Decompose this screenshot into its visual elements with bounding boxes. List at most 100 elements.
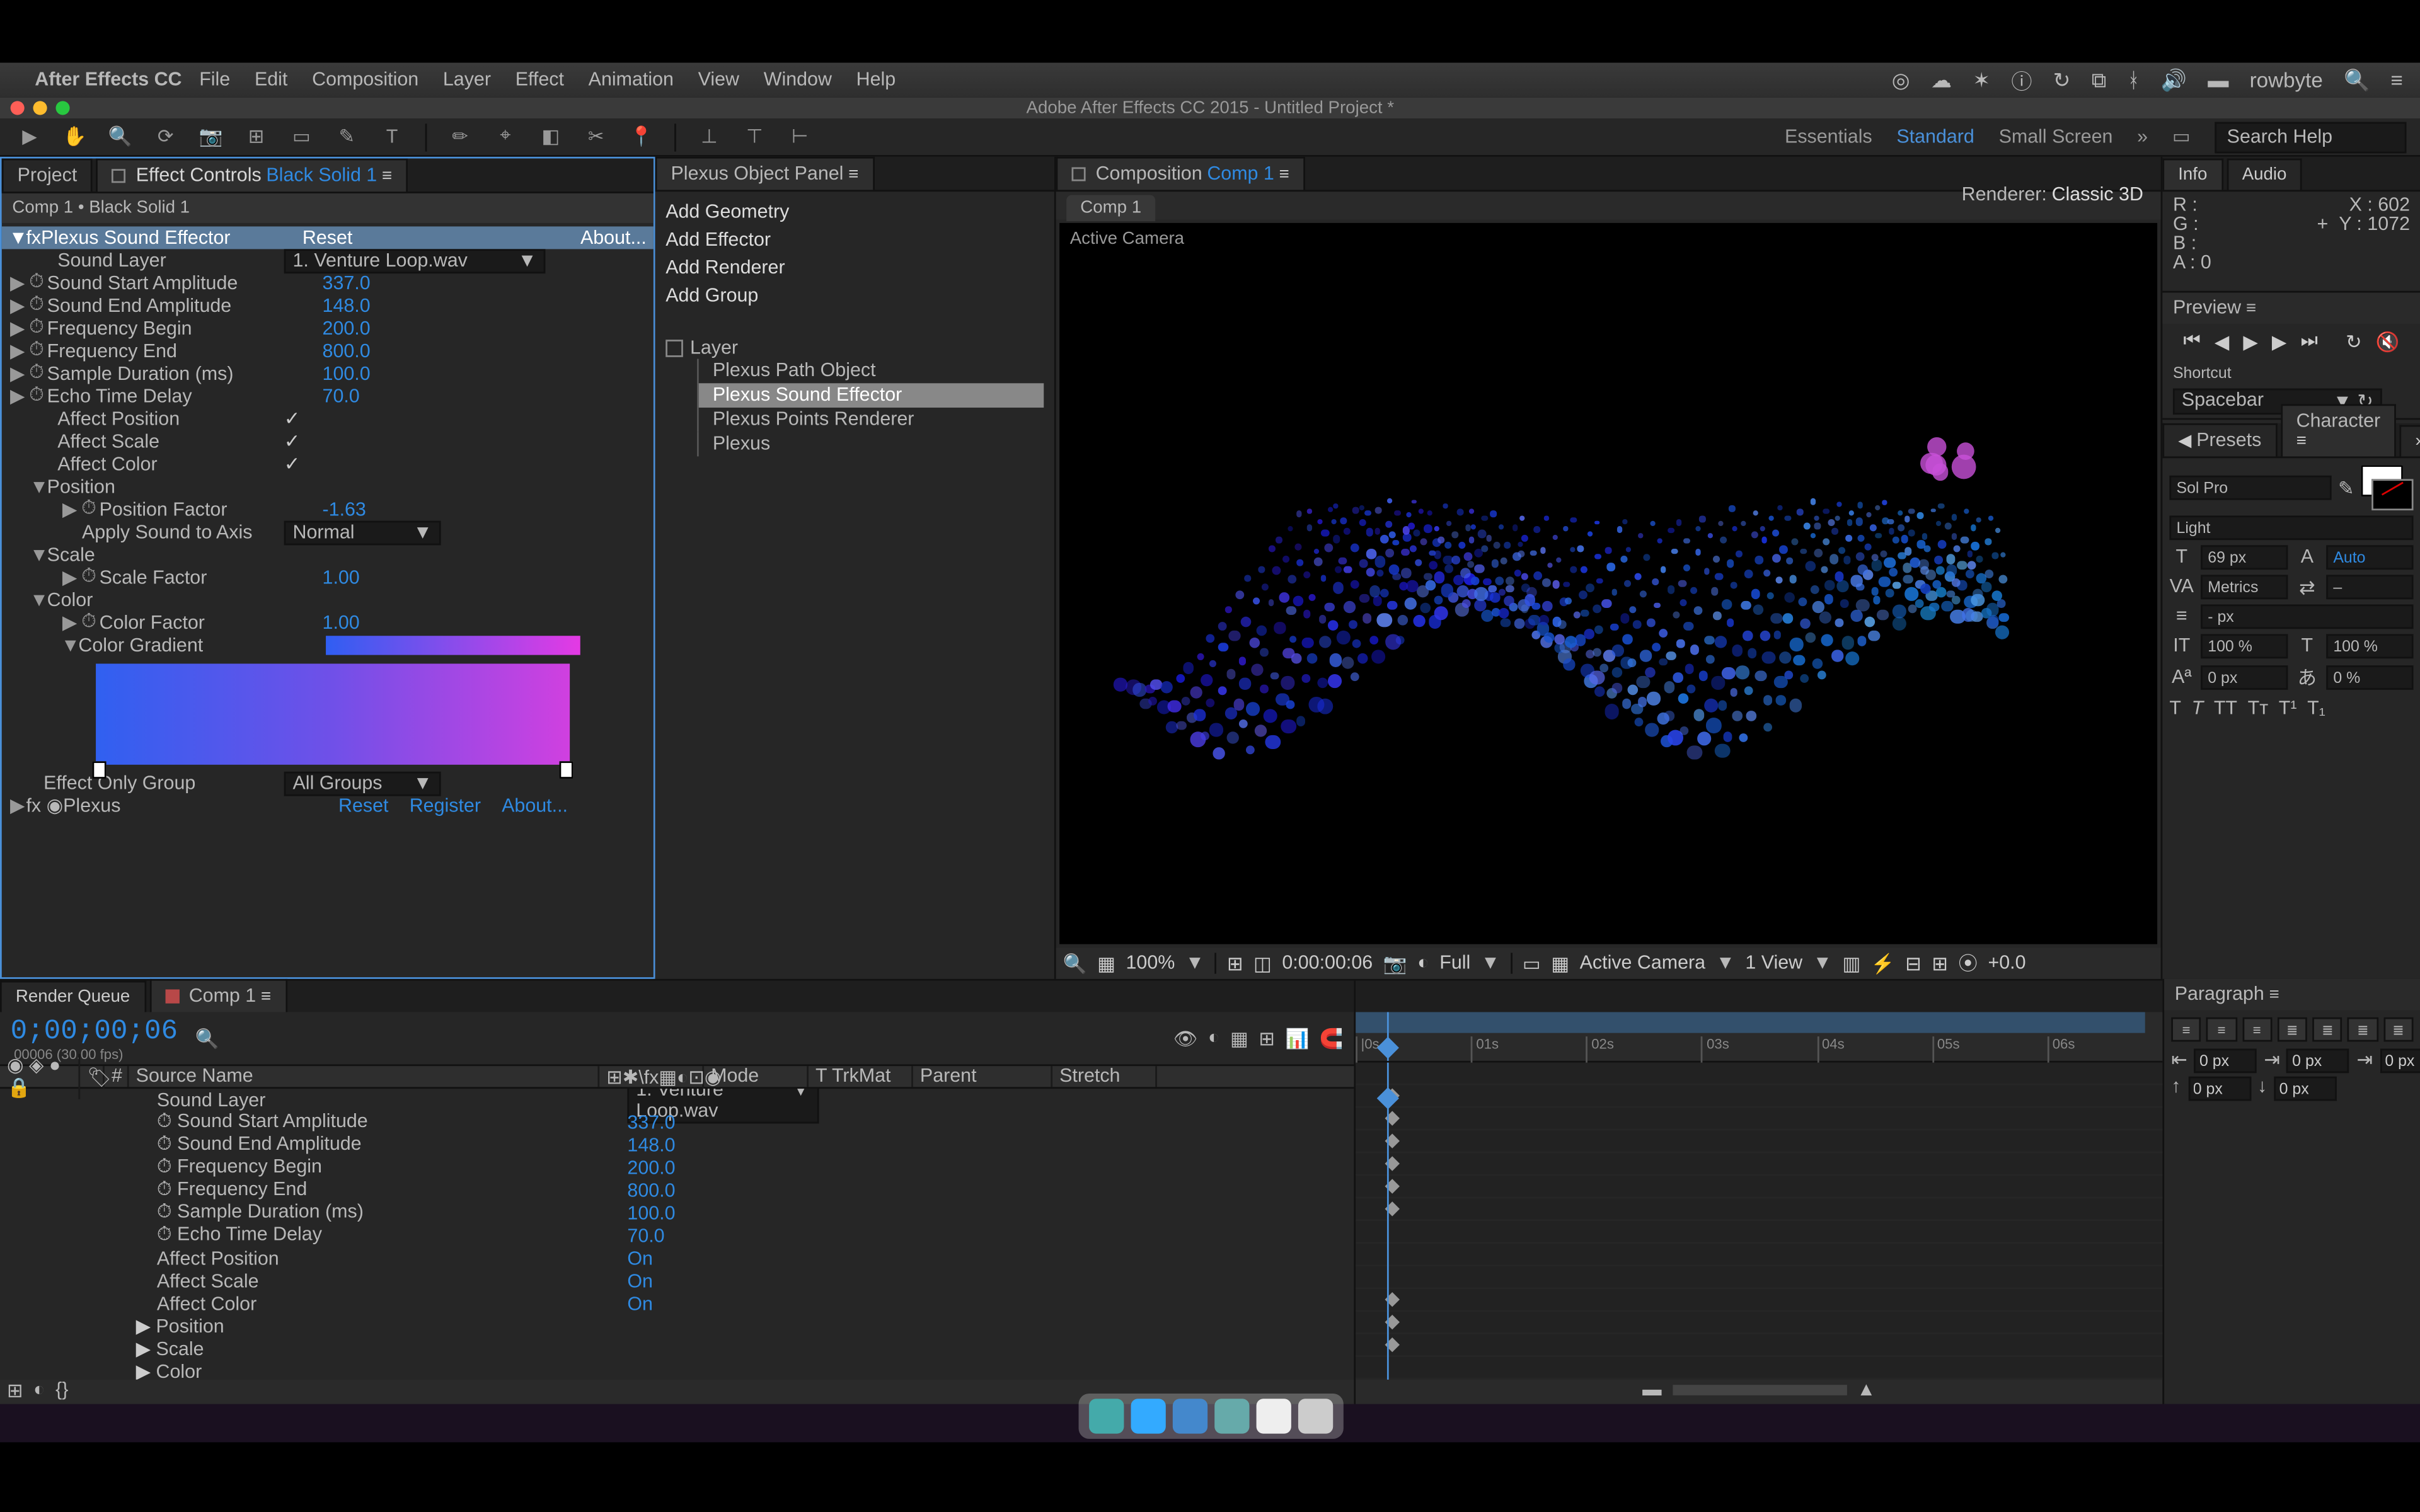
panbehind-tool-icon[interactable]: ⊞ xyxy=(241,121,272,152)
menu-help[interactable]: Help xyxy=(856,70,896,91)
menu-layer[interactable]: Layer xyxy=(443,70,491,91)
search-help-input[interactable]: Search Help xyxy=(2215,121,2406,152)
align-right-icon[interactable]: ≡ xyxy=(2242,1017,2272,1042)
prev-frame-icon[interactable]: ◀ xyxy=(2215,331,2229,353)
spotlight-icon[interactable]: 🔍 xyxy=(2344,68,2370,93)
grid-icon[interactable]: ▦ xyxy=(1097,952,1115,975)
magnify-icon[interactable]: 🔍 xyxy=(1063,952,1087,975)
gradient-preview[interactable] xyxy=(96,663,570,764)
tab-info[interactable]: Info xyxy=(2162,159,2223,190)
menu-file[interactable]: File xyxy=(199,70,230,91)
space-before-input[interactable] xyxy=(2187,1077,2250,1101)
align-center-icon[interactable]: ≡ xyxy=(2206,1017,2237,1042)
justify-last-left-icon[interactable]: ≣ xyxy=(2277,1017,2307,1042)
tab-composition[interactable]: Composition Comp 1 ≡ xyxy=(1056,157,1305,190)
tab-audio[interactable]: Audio xyxy=(2227,159,2302,190)
tl-frameblend-icon[interactable]: ▦ xyxy=(1230,1027,1248,1050)
local-axis-icon[interactable]: ⊥ xyxy=(693,121,725,152)
add-geometry-button[interactable]: Add Geometry xyxy=(666,198,1044,226)
justify-last-right-icon[interactable]: ≣ xyxy=(2348,1017,2378,1042)
toggle-switches-icon[interactable]: ⊞ xyxy=(7,1380,23,1404)
tree-points-renderer[interactable]: Plexus Points Renderer xyxy=(697,408,1044,432)
gradient-stop-left[interactable] xyxy=(93,761,107,779)
align-left-icon[interactable]: ≡ xyxy=(2171,1017,2201,1042)
selection-tool-icon[interactable]: ▶ xyxy=(14,121,45,152)
tab-plexus-object[interactable]: Plexus Object Panel ≡ xyxy=(655,157,875,190)
safe-zones-icon[interactable]: ⊞ xyxy=(1227,952,1243,975)
dock-app-finder[interactable] xyxy=(1255,1399,1290,1433)
camera-tool-icon[interactable]: 📷 xyxy=(195,121,227,152)
indent-first-input[interactable] xyxy=(2287,1049,2350,1074)
first-frame-icon[interactable]: ⏮ xyxy=(2183,331,2200,353)
font-dropdown[interactable]: Sol Pro xyxy=(2169,476,2331,500)
sound-layer-dropdown[interactable]: 1. Venture Loop.wav▼ xyxy=(284,248,546,273)
workspace-reset-icon[interactable]: ▭ xyxy=(2172,125,2191,148)
eraser-tool-icon[interactable]: ◧ xyxy=(535,121,567,152)
effect-header-row[interactable]: ▼fx Plexus Sound Effector Reset About... xyxy=(2,226,654,249)
status-info-icon[interactable]: ⓘ xyxy=(2011,66,2032,95)
tl-draft3d-icon[interactable]: ◐ xyxy=(1208,1027,1219,1050)
prop-value[interactable]: 337.0 xyxy=(323,273,371,294)
camera-dropdown[interactable]: Active Camera xyxy=(1580,953,1705,973)
status-refresh-icon[interactable]: ↻ xyxy=(2053,68,2071,93)
status-volume-icon[interactable]: 🔊 xyxy=(2161,68,2187,93)
zoom-in-icon[interactable]: ▲ xyxy=(1857,1380,1876,1404)
add-group-button[interactable]: Add Group xyxy=(666,282,1044,310)
gradient-bar[interactable] xyxy=(326,636,580,655)
checkbox[interactable]: ✓ xyxy=(284,408,300,430)
status-bluetooth-icon[interactable]: ᚼ xyxy=(2128,68,2140,93)
tab-timeline-comp[interactable]: Comp 1 ≡ xyxy=(149,979,287,1012)
search-timeline-icon[interactable]: 🔍 xyxy=(195,1027,219,1050)
tab-character[interactable]: Character ≡ xyxy=(2281,404,2396,456)
reset-exposure-icon[interactable]: ⦿ xyxy=(1958,949,1977,977)
dock-app-trash[interactable] xyxy=(1298,1399,1332,1433)
tl-snap-icon[interactable]: 🧲 xyxy=(1320,1027,1344,1050)
resolution-dropdown[interactable]: Full xyxy=(1439,953,1470,973)
tree-layer-row[interactable]: Layer xyxy=(666,338,1044,358)
allcaps-icon[interactable]: TT xyxy=(2214,699,2237,719)
dock-app-c4d[interactable] xyxy=(1214,1399,1248,1433)
transparency-icon[interactable]: ▦ xyxy=(1551,952,1569,975)
dock-app-safari[interactable] xyxy=(1130,1399,1165,1433)
status-cc-icon[interactable]: ✶ xyxy=(1973,68,1990,93)
workspace-small-screen[interactable]: Small Screen xyxy=(1999,126,2113,147)
status-sync-icon[interactable]: ◎ xyxy=(1892,68,1910,93)
zoom-out-icon[interactable]: ▬ xyxy=(1642,1380,1661,1404)
menu-animation[interactable]: Animation xyxy=(589,70,674,91)
toggle-brackets-icon[interactable]: {} xyxy=(55,1380,68,1404)
hand-tool-icon[interactable]: ✋ xyxy=(59,121,91,152)
menu-list-icon[interactable]: ≡ xyxy=(2391,68,2403,93)
justify-all-icon[interactable]: ≣ xyxy=(2383,1017,2414,1042)
play-icon[interactable]: ▶ xyxy=(2243,331,2257,353)
menu-edit[interactable]: Edit xyxy=(255,70,287,91)
time-ruler[interactable]: |0s 01s 02s 03s 04s 05s 06s xyxy=(1356,1012,2162,1063)
superscript-icon[interactable]: T¹ xyxy=(2279,699,2297,719)
tree-sound-effector[interactable]: Plexus Sound Effector xyxy=(697,383,1044,408)
last-frame-icon[interactable]: ⏭ xyxy=(2300,331,2317,353)
renderer-label[interactable]: Renderer: Classic 3D xyxy=(1962,185,2143,205)
tab-presets[interactable]: ◀ Presets xyxy=(2162,423,2277,457)
channel-icon[interactable]: ◐ xyxy=(1417,953,1429,973)
clone-tool-icon[interactable]: ⌖ xyxy=(490,121,521,152)
eyedropper-icon[interactable]: ✎ xyxy=(2338,476,2354,499)
world-axis-icon[interactable]: ⊤ xyxy=(739,121,770,152)
status-user[interactable]: rowbyte xyxy=(2250,68,2323,93)
pixel-aspect-icon[interactable]: ▥ xyxy=(1842,952,1860,975)
flowchart-icon[interactable]: ⊞ xyxy=(1932,952,1947,975)
smallcaps-icon[interactable]: Tᴛ xyxy=(2248,699,2269,719)
workspace-standard[interactable]: Standard xyxy=(1896,126,1974,147)
view-axis-icon[interactable]: ⊢ xyxy=(784,121,815,152)
dock-app-ae[interactable] xyxy=(1172,1399,1206,1433)
views-dropdown[interactable]: 1 View xyxy=(1745,953,1802,973)
tree-plexus[interactable]: Plexus xyxy=(697,432,1044,457)
status-wifi-icon[interactable]: ⧉ xyxy=(2092,67,2107,93)
rect-tool-icon[interactable]: ▭ xyxy=(285,121,317,152)
loop-icon[interactable]: ↻ xyxy=(2346,331,2361,353)
zoom-level[interactable]: 100% xyxy=(1126,953,1175,973)
toggle-modes-icon[interactable]: ◐ xyxy=(33,1380,45,1404)
fast-preview-icon[interactable]: ⚡ xyxy=(1871,952,1895,975)
next-frame-icon[interactable]: ▶ xyxy=(2272,331,2286,353)
zoom-window-icon[interactable] xyxy=(55,101,69,115)
faux-italic-icon[interactable]: T xyxy=(2192,699,2204,719)
minimize-window-icon[interactable] xyxy=(33,101,47,115)
